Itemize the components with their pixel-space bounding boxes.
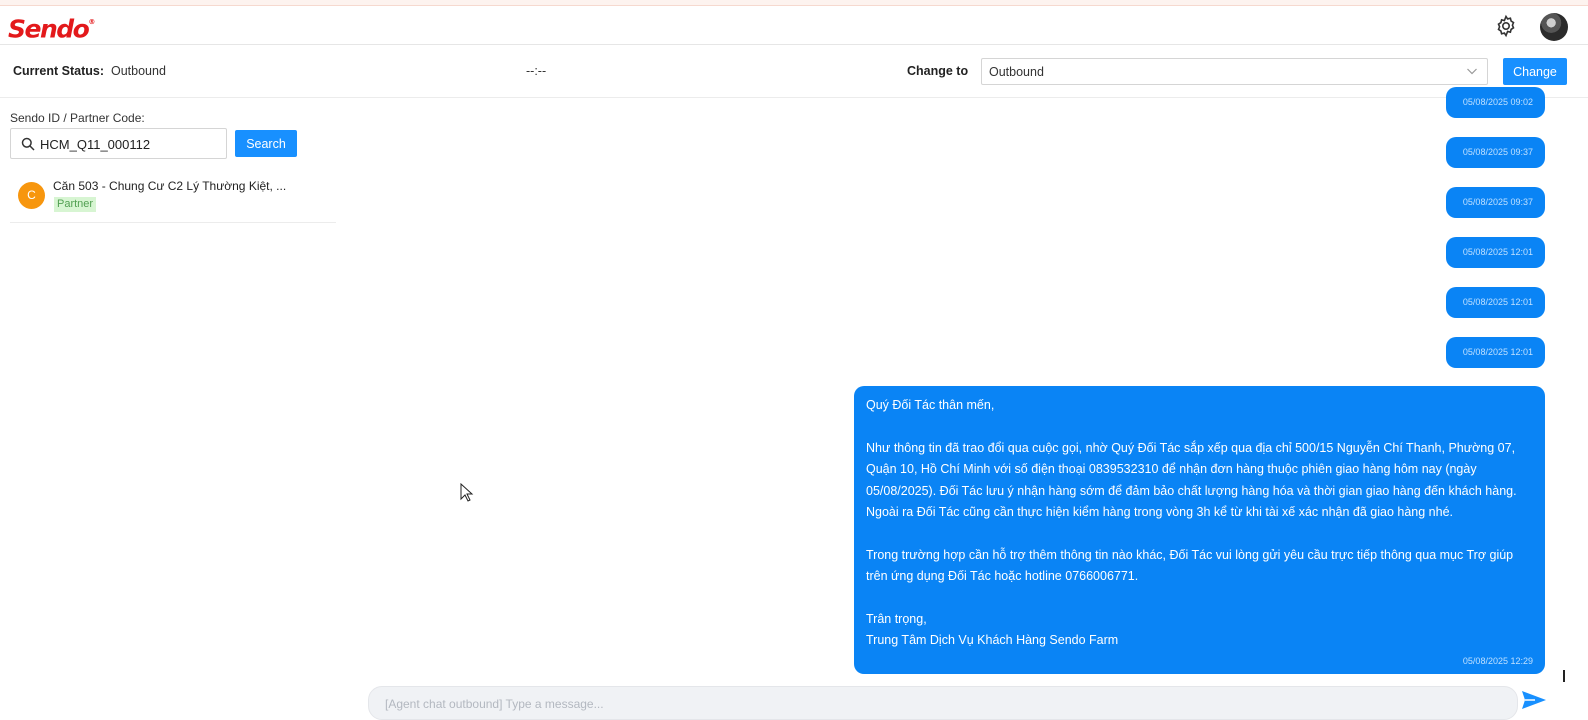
search-icon (21, 137, 35, 151)
search-label: Sendo ID / Partner Code: (10, 111, 145, 125)
status-select[interactable]: Outbound (981, 58, 1488, 85)
message-bubble[interactable]: 05/08/2025 12:01 (1446, 237, 1545, 268)
message-time: 05/08/2025 12:01 (1462, 347, 1533, 357)
search-result-item[interactable]: C Căn 503 - Chung Cư C2 Lý Thường Kiệt, … (10, 171, 336, 223)
message-bubble[interactable]: 05/08/2025 12:01 (1446, 337, 1545, 368)
message-bubble[interactable]: 05/08/2025 09:37 (1446, 137, 1545, 168)
scroll-marker (1563, 670, 1565, 682)
status-timer: --:-- (526, 64, 547, 78)
status-bar: Current Status: Outbound --:-- Change to… (0, 45, 1588, 98)
result-avatar: C (18, 182, 45, 209)
message-line: Quận 10, Hồ Chí Minh với số điện thoại 0… (866, 462, 1477, 477)
change-button[interactable]: Change (1503, 58, 1567, 85)
message-line: 05/08/2025). Đối Tác lưu ý nhận hàng sớm… (866, 483, 1517, 498)
message-time: 05/08/2025 12:01 (1462, 297, 1533, 307)
message-bubble[interactable]: 05/08/2025 09:37 (1446, 187, 1545, 218)
result-name: Căn 503 - Chung Cư C2 Lý Thường Kiệt, ..… (53, 179, 287, 193)
current-status-label: Current Status: (13, 64, 104, 78)
search-input-value: HCM_Q11_000112 (40, 137, 151, 152)
search-input[interactable]: HCM_Q11_000112 (10, 128, 227, 159)
current-status-value: Outbound (111, 64, 166, 78)
status-select-value: Outbound (989, 65, 1044, 79)
message-line: Trung Tâm Dịch Vụ Khách Hàng Sendo Farm (866, 633, 1119, 648)
gear-icon[interactable] (1494, 14, 1518, 38)
message-line: trên ứng dụng Đối Tác hoặc hotline 07660… (866, 569, 1139, 584)
message-input[interactable]: [Agent chat outbound] Type a message... (368, 686, 1518, 720)
message-time: 05/08/2025 09:02 (1462, 97, 1533, 107)
sendo-logo[interactable]: Sendo® (8, 12, 95, 43)
user-avatar[interactable] (1540, 13, 1568, 41)
message-line: Quý Đối Tác thân mến, (866, 398, 995, 412)
message-bubble-main[interactable]: Quý Đối Tác thân mến, Như thông tin đã t… (854, 386, 1545, 674)
message-bubble[interactable]: 05/08/2025 12:01 (1446, 287, 1545, 318)
send-icon[interactable] (1521, 689, 1547, 711)
message-input-placeholder: [Agent chat outbound] Type a message... (385, 697, 604, 711)
mouse-cursor-icon (460, 483, 474, 502)
message-time: 05/08/2025 09:37 (1462, 197, 1533, 207)
app-header: Sendo® (0, 6, 1588, 45)
message-line: Ngoài ra Đối Tác cũng cần thực hiện kiểm… (866, 505, 1454, 520)
search-button[interactable]: Search (235, 130, 297, 157)
message-line: Trân trọng, (866, 612, 927, 627)
message-line: Như thông tin đã trao đổi qua cuộc gọi, … (866, 440, 1516, 455)
message-time: 05/08/2025 12:29 (1462, 656, 1533, 666)
message-bubble[interactable]: 05/08/2025 09:02 (1446, 87, 1545, 118)
change-to-label: Change to (907, 64, 969, 78)
partner-tag: Partner (54, 197, 97, 212)
message-time: 05/08/2025 09:37 (1462, 147, 1533, 157)
message-time: 05/08/2025 12:01 (1462, 247, 1533, 257)
message-line: Trong trường hợp cần hỗ trợ thêm thông t… (866, 547, 1514, 562)
chevron-down-icon (1467, 68, 1477, 75)
